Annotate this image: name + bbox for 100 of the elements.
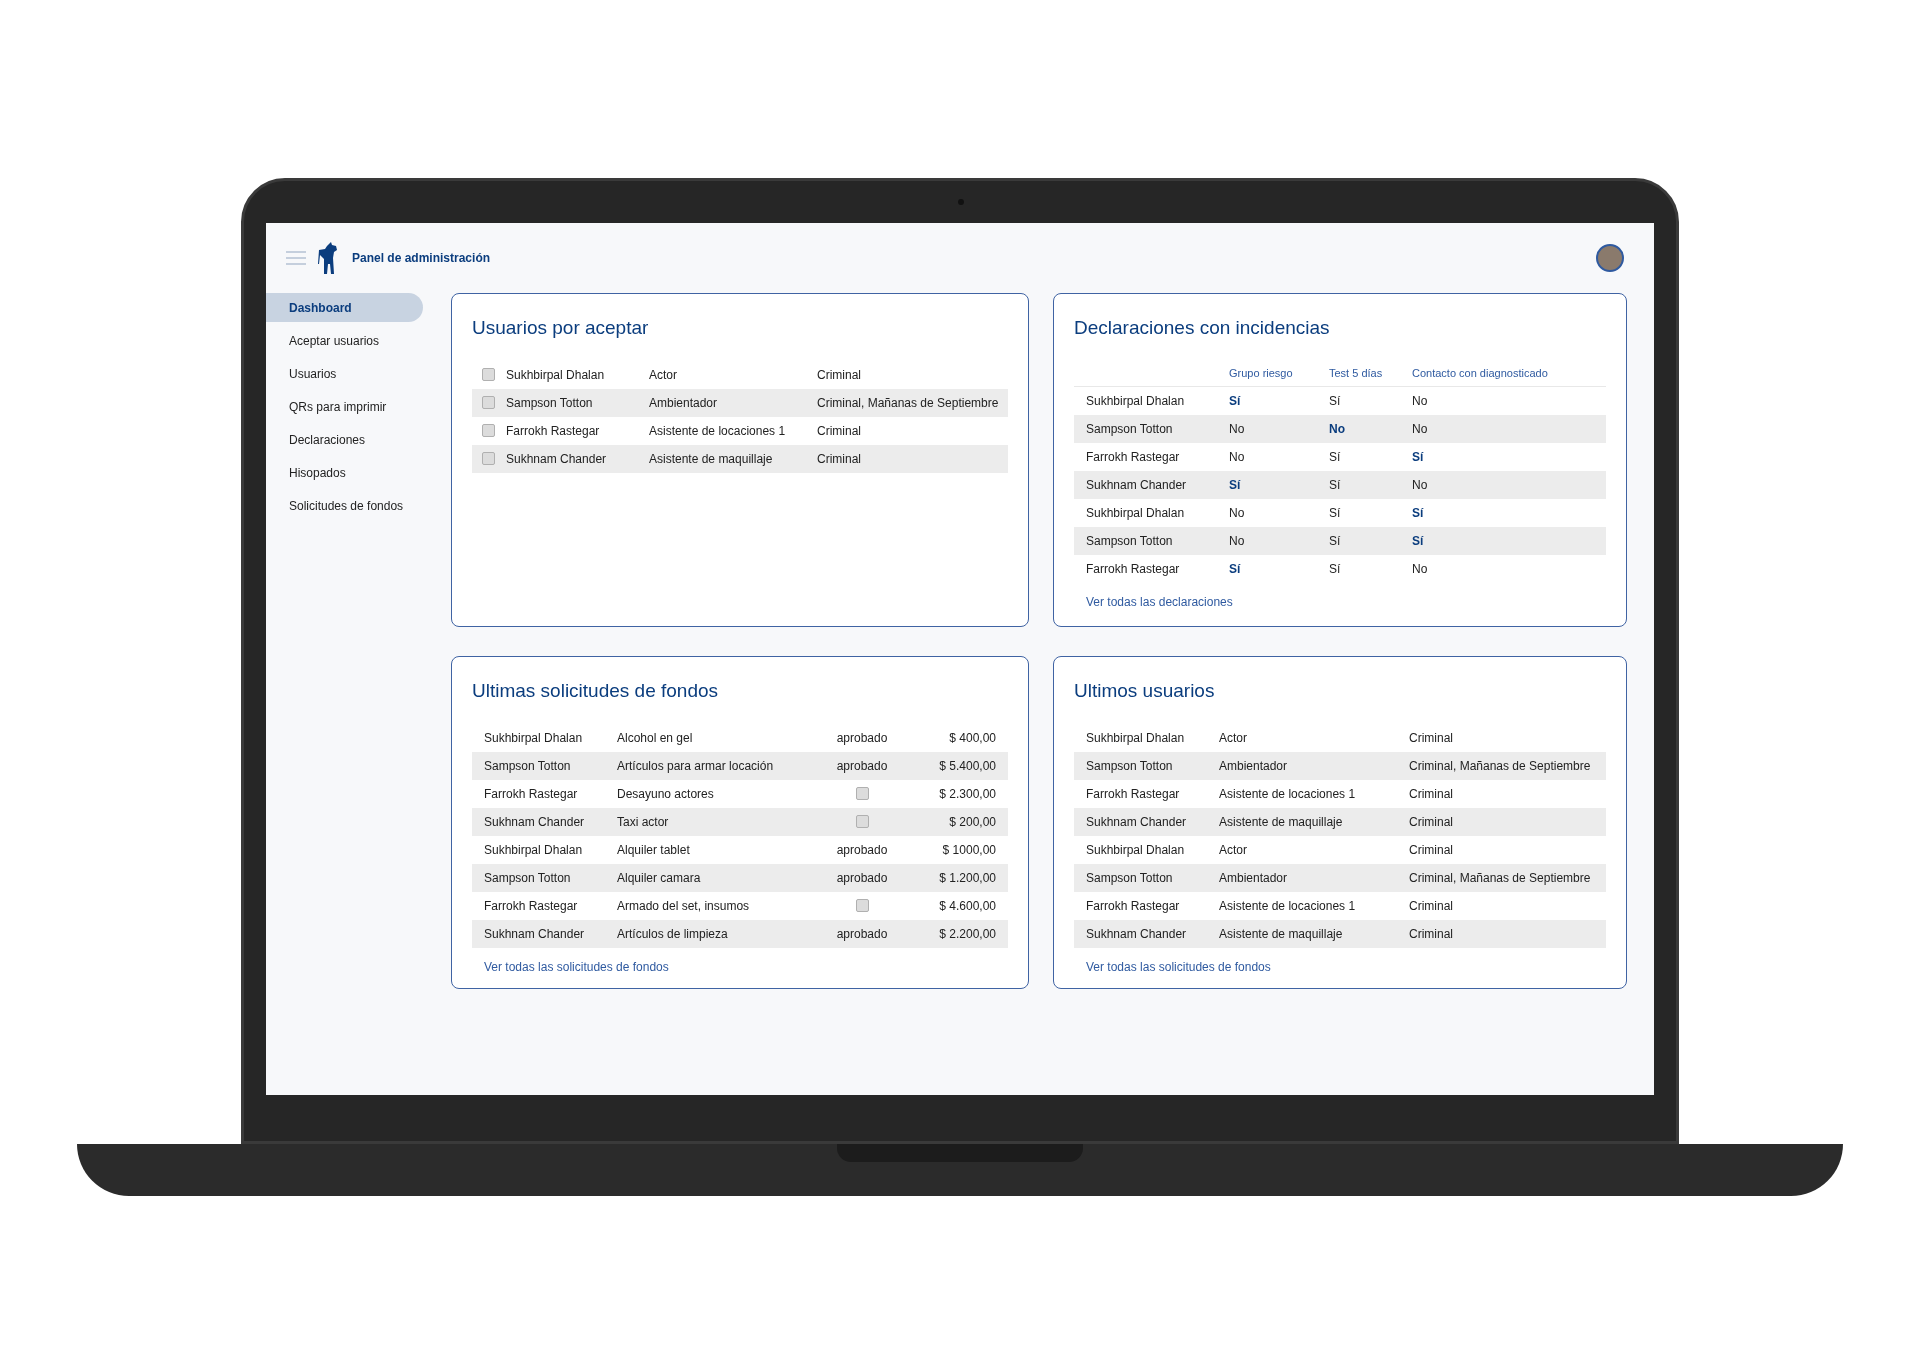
user-name: Sukhnam Chander bbox=[1086, 926, 1187, 941]
fund-amount: $ 4.600,00 bbox=[939, 897, 996, 915]
answer-cell: No bbox=[1229, 421, 1245, 436]
fund-amount: $ 2.200,00 bbox=[939, 925, 996, 943]
fund-item: Armado del set, insumos bbox=[617, 898, 750, 913]
answer-cell: Sí bbox=[1412, 533, 1424, 548]
answer-cell: Sí bbox=[1329, 477, 1341, 492]
card-title: Usuarios por aceptar bbox=[472, 317, 649, 338]
answer-cell: Sí bbox=[1329, 533, 1341, 548]
checkbox[interactable] bbox=[482, 424, 495, 437]
user-avatar[interactable] bbox=[1596, 244, 1624, 272]
fund-amount: $ 1000,00 bbox=[942, 841, 996, 859]
sidebar-item[interactable]: Declaraciones bbox=[266, 425, 426, 454]
user-role: Actor bbox=[1219, 730, 1247, 745]
user-projects: Criminal bbox=[817, 450, 861, 468]
user-name: Sukhbirpal Dhalan bbox=[1086, 393, 1185, 408]
user-projects: Criminal bbox=[1409, 925, 1453, 943]
answer-cell: No bbox=[1412, 561, 1428, 576]
user-name: Sukhnam Chander bbox=[1086, 814, 1187, 829]
sidebar-item[interactable]: Aceptar usuarios bbox=[266, 326, 426, 355]
fund-item: Alcohol en gel bbox=[617, 730, 693, 745]
answer-cell: No bbox=[1229, 533, 1245, 548]
sidebar-item[interactable]: Usuarios bbox=[266, 359, 426, 388]
checkbox[interactable] bbox=[482, 368, 495, 381]
user-role: Asistente de locaciones 1 bbox=[1219, 786, 1356, 801]
sidebar-item[interactable]: Solicitudes de fondos bbox=[266, 491, 426, 520]
sidebar-item[interactable]: Dashboard bbox=[266, 293, 423, 322]
menu-icon[interactable] bbox=[286, 251, 306, 265]
user-name: Farrokh Rastegar bbox=[484, 898, 578, 913]
answer-cell: No bbox=[1412, 393, 1428, 408]
user-name: Sampson Totton bbox=[1086, 870, 1173, 885]
fund-amount: $ 5.400,00 bbox=[939, 757, 996, 775]
checkbox[interactable] bbox=[855, 815, 869, 828]
user-role: Asistente de maquillaje bbox=[1219, 814, 1343, 829]
user-role: Ambientador bbox=[649, 395, 718, 410]
user-name: Farrokh Rastegar bbox=[1086, 898, 1180, 913]
answer-cell: No bbox=[1229, 505, 1245, 520]
checkbox[interactable] bbox=[482, 396, 495, 409]
user-name: Sampson Totton bbox=[1086, 533, 1173, 548]
user-projects: Criminal, Mañanas de Septiembre bbox=[1409, 869, 1591, 887]
user-projects: Criminal bbox=[1409, 897, 1453, 915]
answer-cell: Sí bbox=[1412, 505, 1424, 520]
answer-cell: Sí bbox=[1329, 505, 1341, 520]
user-name: Sukhnam Chander bbox=[506, 451, 607, 466]
user-name: Sukhbirpal Dhalan bbox=[484, 730, 583, 745]
user-name: Farrokh Rastegar bbox=[484, 786, 578, 801]
answer-cell: Sí bbox=[1229, 561, 1241, 576]
fund-amount: $ 200,00 bbox=[949, 813, 996, 831]
fund-amount: $ 1.200,00 bbox=[939, 869, 996, 887]
answer-cell: No bbox=[1412, 421, 1428, 436]
view-all-link[interactable]: Ver todas las declaraciones bbox=[1086, 594, 1233, 609]
user-projects: Criminal, Mañanas de Septiembre bbox=[817, 394, 999, 412]
fund-status: aprobado bbox=[836, 841, 888, 859]
checkbox[interactable] bbox=[855, 787, 869, 800]
user-projects: Criminal bbox=[1409, 729, 1453, 747]
user-role: Ambientador bbox=[1219, 758, 1288, 773]
user-name: Farrokh Rastegar bbox=[506, 423, 600, 438]
user-name: Sukhnam Chander bbox=[484, 814, 585, 829]
user-name: Sampson Totton bbox=[506, 395, 593, 410]
user-projects: Criminal, Mañanas de Septiembre bbox=[1409, 757, 1591, 775]
user-projects: Criminal bbox=[817, 422, 861, 440]
checkbox[interactable] bbox=[855, 899, 869, 912]
user-name: Farrokh Rastegar bbox=[1086, 786, 1180, 801]
fund-item: Alquiler tablet bbox=[617, 842, 690, 857]
dog-logo-icon bbox=[318, 242, 340, 274]
fund-status: aprobado bbox=[836, 925, 888, 943]
user-role: Actor bbox=[649, 367, 677, 382]
user-name: Farrokh Rastegar bbox=[1086, 561, 1180, 576]
user-name: Sukhbirpal Dhalan bbox=[484, 842, 583, 857]
fund-amount: $ 400,00 bbox=[949, 729, 996, 747]
user-role: Asistente de locaciones 1 bbox=[649, 423, 786, 438]
user-role: Actor bbox=[1219, 842, 1247, 857]
answer-cell: No bbox=[1412, 477, 1428, 492]
fund-item: Desayuno actores bbox=[617, 786, 714, 801]
sidebar-item[interactable]: QRs para imprimir bbox=[266, 392, 426, 421]
checkbox[interactable] bbox=[482, 452, 495, 465]
app-title: Panel de administración bbox=[352, 250, 491, 267]
view-all-link[interactable]: Ver todas las solicitudes de fondos bbox=[1086, 959, 1271, 974]
user-name: Sampson Totton bbox=[1086, 758, 1173, 773]
view-all-link[interactable]: Ver todas las solicitudes de fondos bbox=[484, 959, 669, 974]
user-name: Sukhnam Chander bbox=[1086, 477, 1187, 492]
fund-status: aprobado bbox=[836, 869, 888, 887]
answer-cell: Sí bbox=[1329, 561, 1341, 576]
user-role: Ambientador bbox=[1219, 870, 1288, 885]
answer-cell: No bbox=[1229, 449, 1245, 464]
user-name: Sukhbirpal Dhalan bbox=[1086, 730, 1185, 745]
column-header: Contacto con diagnosticado bbox=[1412, 366, 1548, 379]
answer-cell: No bbox=[1329, 421, 1345, 436]
user-role: Asistente de maquillaje bbox=[649, 451, 773, 466]
answer-cell: Sí bbox=[1329, 449, 1341, 464]
answer-cell: Sí bbox=[1229, 393, 1241, 408]
user-projects: Criminal bbox=[1409, 841, 1453, 859]
fund-item: Artículos de limpieza bbox=[617, 926, 728, 941]
answer-cell: Sí bbox=[1229, 477, 1241, 492]
user-name: Sukhnam Chander bbox=[484, 926, 585, 941]
user-name: Sampson Totton bbox=[1086, 421, 1173, 436]
user-name: Farrokh Rastegar bbox=[1086, 449, 1180, 464]
fund-status: aprobado bbox=[836, 757, 888, 775]
user-name: Sukhbirpal Dhalan bbox=[1086, 505, 1185, 520]
sidebar-item[interactable]: Hisopados bbox=[266, 458, 426, 487]
